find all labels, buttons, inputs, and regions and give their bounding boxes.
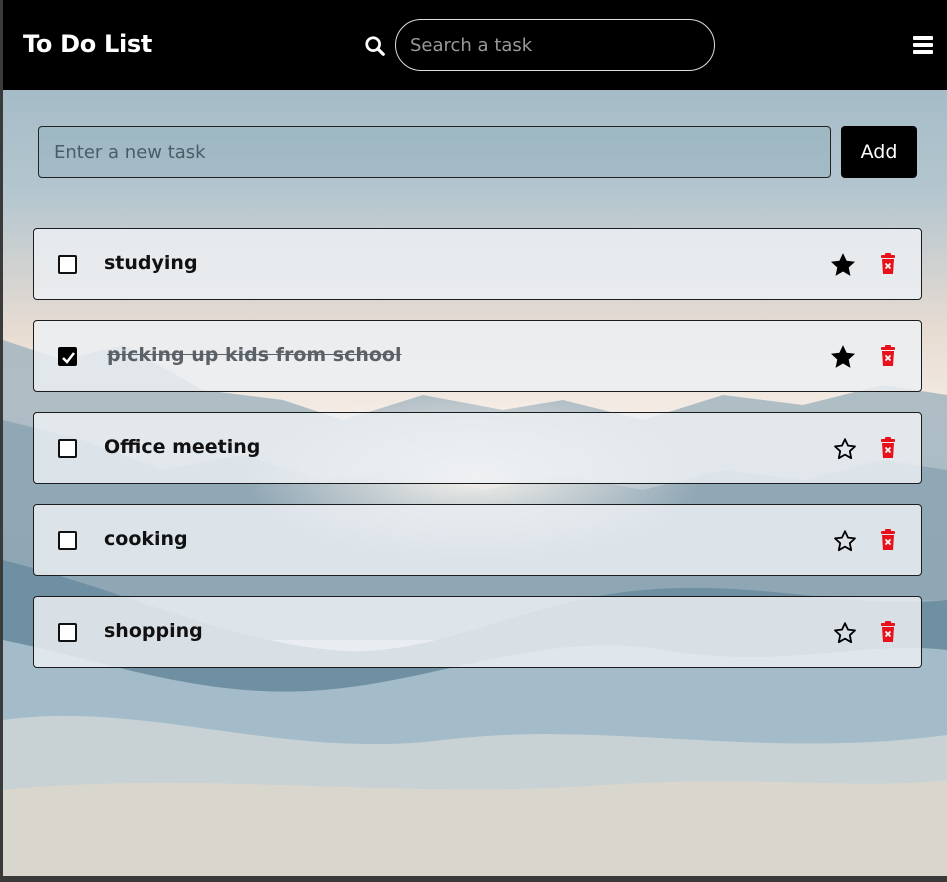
star-filled-icon[interactable] [829, 343, 857, 371]
trash-icon[interactable] [880, 529, 896, 551]
task-checkbox[interactable] [58, 439, 77, 458]
task-item: Office meeting [33, 412, 922, 484]
hamburger-menu-icon[interactable] [913, 36, 933, 54]
task-checkbox[interactable] [58, 623, 77, 642]
task-text: Office meeting [104, 436, 261, 458]
trash-icon[interactable] [880, 253, 896, 275]
star-outline-icon[interactable] [833, 621, 857, 645]
add-task-button[interactable]: Add [841, 126, 917, 178]
app-window: To Do List Add studying [3, 0, 947, 876]
task-item: shopping [33, 596, 922, 668]
task-checkbox[interactable] [58, 255, 77, 274]
star-outline-icon[interactable] [833, 529, 857, 553]
app-title: To Do List [23, 30, 153, 58]
new-task-input[interactable] [38, 126, 831, 178]
trash-icon[interactable] [880, 621, 896, 643]
task-item: studying [33, 228, 922, 300]
task-item: cooking [33, 504, 922, 576]
trash-icon[interactable] [880, 437, 896, 459]
task-checkbox[interactable] [58, 531, 77, 550]
task-list: studying picking up kids from school Off… [33, 228, 922, 688]
search-input[interactable] [395, 19, 715, 71]
trash-icon[interactable] [880, 345, 896, 367]
search-icon[interactable] [364, 35, 386, 57]
top-navbar: To Do List [3, 0, 947, 90]
task-checkbox-checked[interactable] [58, 347, 77, 366]
task-text-completed: picking up kids from school [107, 344, 402, 366]
task-text: studying [104, 252, 198, 274]
task-item: picking up kids from school [33, 320, 922, 392]
task-text: cooking [104, 528, 188, 550]
star-outline-icon[interactable] [833, 437, 857, 461]
star-filled-icon[interactable] [829, 251, 857, 279]
task-text: shopping [104, 620, 203, 642]
